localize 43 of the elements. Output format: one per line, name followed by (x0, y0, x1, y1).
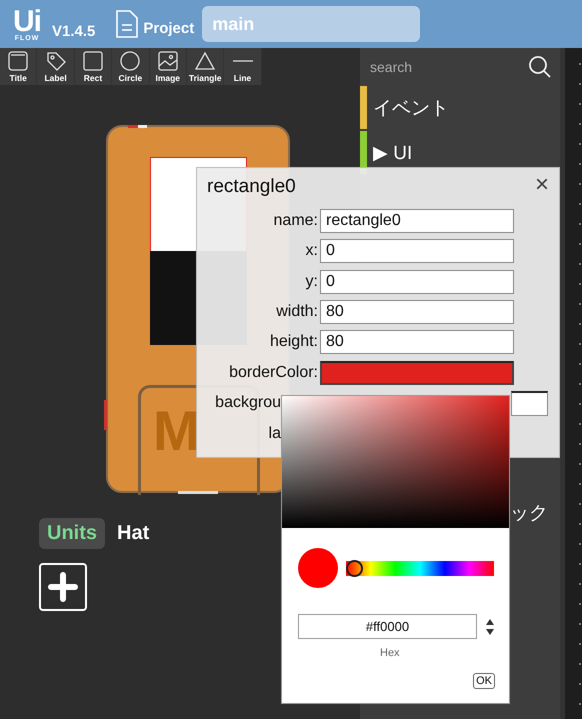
line-icon (232, 60, 254, 62)
format-label: Hex (380, 647, 400, 659)
input-field[interactable]: rectangle0 (320, 208, 514, 233)
window-icon (7, 50, 30, 72)
field-label: y: (304, 272, 318, 291)
field-label: backgrou (214, 394, 281, 412)
tag-icon (44, 50, 67, 72)
dialog-title: rectangle0 (207, 176, 296, 198)
version-label: V1.4.5 (52, 22, 96, 40)
square-icon (82, 50, 104, 72)
input-field[interactable]: 80 (320, 300, 514, 324)
field-label: x: (304, 242, 318, 260)
tab[interactable]: Units (39, 518, 105, 549)
plus-icon (47, 571, 79, 603)
image-icon (156, 50, 179, 72)
input-field[interactable]: 80 (320, 330, 514, 354)
ok-button[interactable]: OK (473, 673, 495, 689)
input-field[interactable]: 0 (320, 270, 514, 294)
category-item[interactable]: ック (510, 500, 548, 526)
circle-icon (119, 50, 142, 72)
tab[interactable]: Hat (109, 518, 158, 549)
up-down-icon[interactable] (485, 618, 495, 636)
input-field[interactable] (511, 390, 548, 416)
category-item[interactable]: イベント (373, 94, 449, 120)
color-swatch[interactable] (320, 360, 514, 385)
triangle-icon (194, 50, 216, 72)
field-label: name: (272, 212, 318, 230)
shape-tool[interactable]: Triangle (186, 48, 224, 85)
saturation-area[interactable] (282, 396, 509, 528)
search-icon[interactable] (528, 54, 552, 78)
input-field[interactable]: 0 (320, 239, 514, 264)
hue-slider[interactable] (346, 560, 494, 576)
field-label: height: (268, 333, 318, 352)
field-label: borderColor: (228, 364, 318, 382)
add-button[interactable] (39, 563, 87, 611)
field-label: width: (275, 302, 318, 321)
color-preview (298, 548, 338, 588)
hex-field[interactable]: #ff0000 (298, 614, 477, 639)
category-item[interactable]: ▶ UI (373, 140, 412, 164)
search-field[interactable]: search (370, 58, 412, 74)
document-icon[interactable] (115, 9, 140, 39)
close-button[interactable]: × (534, 176, 549, 194)
field-label: la (268, 424, 281, 443)
